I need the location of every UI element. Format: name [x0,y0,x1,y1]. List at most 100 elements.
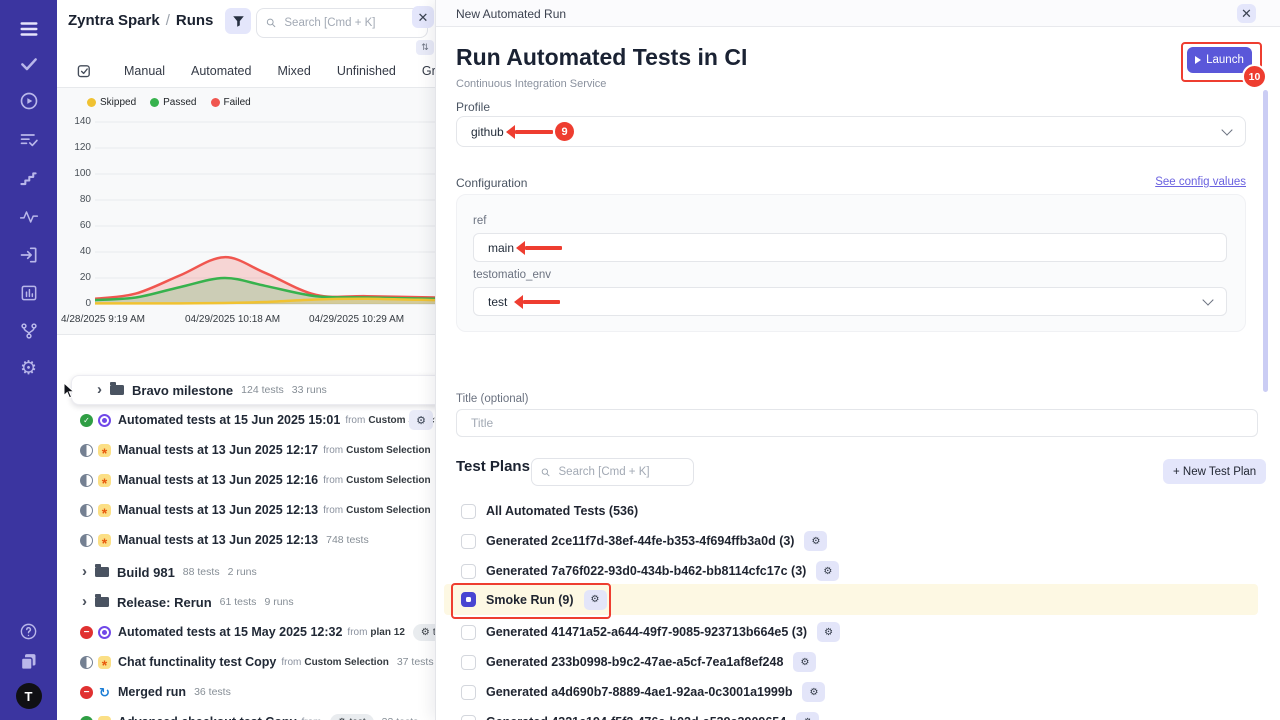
runs-panel: Zyntra Spark/Runs ✕ ⇅ Manual Automated M… [57,0,435,720]
run-row[interactable]: * Manual tests at 13 Jun 2025 12:13 748 … [57,525,435,555]
manual-run-icon: * [98,504,111,517]
plan-settings-button[interactable]: ⚙ [793,652,816,672]
folder-row[interactable]: › Release: Rerun 61 tests 9 runs [57,587,435,617]
plan-checkbox[interactable] [461,625,476,640]
sort-toggle-icon[interactable]: ⇅ [416,40,434,55]
test-plans-search-input[interactable] [557,465,685,479]
tab-groups[interactable]: Groups [422,64,435,78]
run-row[interactable]: * Manual tests at 13 Jun 2025 12:13 from… [57,495,435,525]
tab-unfinished[interactable]: Unfinished [337,64,396,78]
run-title: Merged run [118,685,186,699]
title-input[interactable] [456,409,1258,437]
plan-row[interactable]: Generated 4321c194-f5f2-476a-b02d-a539a3… [436,707,1280,720]
play-circle-icon[interactable] [0,91,57,111]
plan-settings-button[interactable]: ⚙ [802,682,825,702]
plan-checkbox[interactable] [461,564,476,579]
plan-checkbox[interactable] [461,504,476,519]
close-runs-panel-button[interactable]: ✕ [412,6,434,28]
drawer-header: New Automated Run [436,0,1280,27]
activity-icon[interactable] [0,207,57,227]
breadcrumb-project[interactable]: Zyntra Spark [68,12,160,29]
run-tag-badge[interactable]: ⚙test [413,624,435,641]
folder-runs-count: 33 runs [292,384,327,396]
bar-chart-icon[interactable] [0,283,57,303]
import-icon[interactable] [0,245,57,265]
env-label: testomatio_env [473,269,551,281]
run-row[interactable]: − Automated tests at 15 May 2025 12:32 f… [57,617,435,647]
run-row[interactable]: ✓ * Advanced checkout test Copy from ⚙te… [57,707,435,720]
tab-mixed[interactable]: Mixed [277,64,310,78]
search-icon [541,467,551,478]
plan-checkbox-checked[interactable] [461,592,476,607]
run-row[interactable]: * Manual tests at 13 Jun 2025 12:17 from… [57,435,435,465]
folder-tests-count: 88 tests [183,566,220,578]
git-branch-icon[interactable] [0,321,57,341]
folder-row[interactable]: › Build 981 88 tests 2 runs [57,557,435,587]
test-plans-search[interactable] [531,458,694,486]
tab-automated[interactable]: Automated [191,64,251,78]
plan-checkbox[interactable] [461,685,476,700]
plan-row[interactable]: Generated 233b0998-b9c2-47ae-a5cf-7ea1af… [436,647,1280,677]
close-drawer-button[interactable]: ✕ [1237,4,1256,23]
run-from-label: from [323,505,343,516]
plan-settings-button[interactable]: ⚙ [804,531,827,551]
profile-label: Profile [456,100,490,114]
plan-settings-button[interactable]: ⚙ [816,561,839,581]
filter-button[interactable] [225,8,251,34]
runs-search-input[interactable] [282,16,418,30]
menu-icon[interactable] [0,18,57,40]
plan-row[interactable]: All Automated Tests (536) [436,496,1280,526]
pages-icon[interactable] [0,651,57,672]
run-tag-badge[interactable]: ⚙test [330,714,374,720]
env-select[interactable]: test [473,287,1227,316]
plan-row[interactable]: Generated a4d690b7-8889-4ae1-92aa-0c3001… [436,677,1280,707]
plan-checkbox[interactable] [461,534,476,549]
run-settings-button[interactable]: ⚙ [409,410,433,430]
plan-row[interactable]: Generated 2ce11f7d-38ef-44fe-b353-4f694f… [436,526,1280,556]
automated-run-icon [98,414,111,427]
plan-settings-button[interactable]: ⚙ [817,622,840,642]
run-row[interactable]: ✓ Automated tests at 15 Jun 2025 15:01 f… [57,405,435,435]
new-test-plan-button[interactable]: + New Test Plan [1163,459,1266,484]
steps-icon[interactable] [0,169,57,188]
chevron-right-icon[interactable]: › [97,382,102,397]
run-title: Automated tests at 15 May 2025 12:32 [118,625,342,639]
runs-search[interactable] [256,8,428,38]
launch-button[interactable]: Launch [1187,47,1252,73]
chevron-right-icon[interactable]: › [82,564,87,579]
see-config-values-link[interactable]: See config values [1155,176,1246,188]
x-tick-1: 4/28/2025 9:19 AM [61,314,145,325]
configuration-card: ref testomatio_env test [456,194,1246,332]
plan-label: Generated 233b0998-b9c2-47ae-a5cf-7ea1af… [486,655,783,669]
run-row[interactable]: − ↻ Merged run 36 tests [57,677,435,707]
run-row[interactable]: * Chat functinality test Copy from Custo… [57,647,435,677]
plan-checkbox[interactable] [461,715,476,720]
user-avatar[interactable]: T [0,683,57,709]
run-title: Manual tests at 13 Jun 2025 12:16 [118,473,318,487]
status-passed-icon: ✓ [80,414,93,427]
tab-manual[interactable]: Manual [124,64,165,78]
run-tests-count: 33 tests [382,716,419,720]
run-row[interactable]: * Manual tests at 13 Jun 2025 12:16 from… [57,465,435,495]
chevron-right-icon[interactable]: › [82,594,87,609]
profile-select[interactable]: github [456,116,1246,147]
list-check-icon[interactable] [0,130,57,150]
settings-gear-icon[interactable]: ⚙ [0,359,57,378]
mouse-cursor [63,382,76,399]
plan-settings-button[interactable]: ⚙ [584,590,607,610]
run-title: Automated tests at 15 Jun 2025 15:01 [118,413,340,427]
legend-item-passed: Passed [150,97,196,108]
failed-dot [211,98,220,107]
plan-row[interactable]: Generated 41471a52-a644-49f7-9085-923713… [436,617,1280,647]
select-all-icon[interactable] [76,63,92,79]
ref-input[interactable] [473,233,1227,262]
plan-settings-button[interactable]: ⚙ [796,712,819,720]
drawer-scrollbar[interactable] [1263,90,1268,392]
help-icon[interactable] [0,622,57,641]
plan-row[interactable]: Generated 7a76f022-93d0-434b-b462-bb8114… [436,556,1280,586]
plan-row-selected[interactable]: Smoke Run (9) ⚙ [436,584,1280,615]
check-icon[interactable] [0,54,57,74]
chevron-down-icon [1202,294,1213,305]
folder-row[interactable]: › Bravo milestone 124 tests 33 runs [71,375,435,405]
plan-checkbox[interactable] [461,655,476,670]
